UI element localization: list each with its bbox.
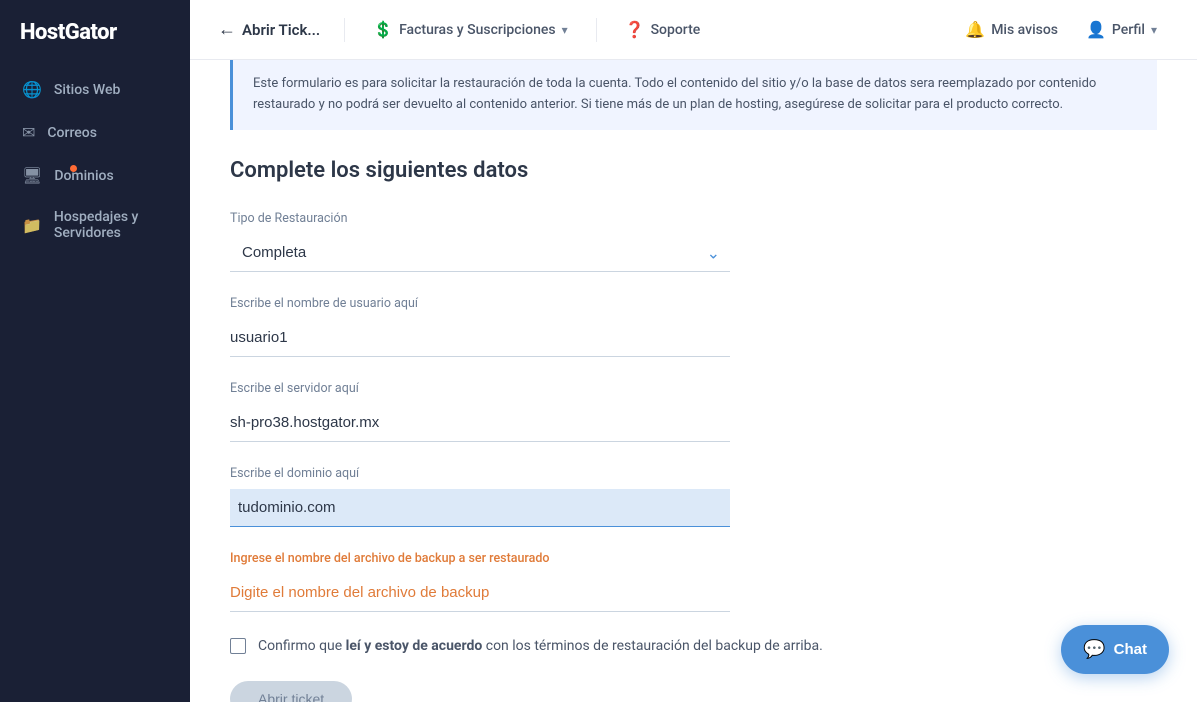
field-backup: Ingrese el nombre del archivo de backup … <box>230 551 1157 612</box>
back-arrow-icon: ← <box>218 19 236 40</box>
sidebar-item-correos[interactable]: ✉ Correos <box>8 112 182 153</box>
nav-item-avisos[interactable]: 🔔 Mis avisos <box>953 14 1070 45</box>
main-content: ← Abrir Tick... 💲 Facturas y Suscripcion… <box>190 0 1197 702</box>
chevron-down-icon: ▾ <box>1151 23 1157 37</box>
field-servidor: Escribe el servidor aquí <box>230 381 1157 442</box>
chevron-down-icon: ▾ <box>562 23 568 37</box>
content-area: Este formulario es para solicitar la res… <box>190 60 1197 702</box>
terms-checkbox[interactable] <box>230 638 246 654</box>
field-label: Ingrese el nombre del archivo de backup … <box>230 551 1157 566</box>
monitor-icon: 🖥 <box>22 166 42 185</box>
topnav-right: 🔔 Mis avisos 👤 Perfil ▾ <box>953 14 1169 45</box>
field-tipo-restauracion: Tipo de Restauración Completa Parcial ⌄ <box>230 211 1157 272</box>
sidebar-item-hospedajes[interactable]: 📁 Hospedajes y Servidores <box>8 198 182 252</box>
mail-icon: ✉ <box>22 123 35 142</box>
chat-icon: 💬 <box>1083 639 1105 660</box>
topnav: ← Abrir Tick... 💲 Facturas y Suscripcion… <box>190 0 1197 60</box>
info-banner: Este formulario es para solicitar la res… <box>230 60 1157 130</box>
nav-separator <box>344 18 345 42</box>
domain-input[interactable] <box>230 489 730 527</box>
terms-label: Confirmo que leí y estoy de acuerdo con … <box>258 636 823 657</box>
sidebar-item-label: Correos <box>47 125 97 141</box>
info-text: Este formulario es para solicitar la res… <box>253 76 1096 112</box>
field-nombre-usuario: Escribe el nombre de usuario aquí <box>230 296 1157 357</box>
field-label: Escribe el dominio aquí <box>230 466 1157 481</box>
user-icon: 👤 <box>1086 20 1106 39</box>
nav-item-facturas[interactable]: 💲 Facturas y Suscripciones ▾ <box>361 14 579 45</box>
username-input[interactable] <box>230 319 730 357</box>
nav-item-label: Soporte <box>651 22 701 38</box>
nav-item-soporte[interactable]: ❓ Soporte <box>613 14 713 45</box>
nav-item-label: Mis avisos <box>991 22 1058 38</box>
backup-input[interactable] <box>230 574 730 612</box>
sidebar-item-dominios[interactable]: 🖥 Dominios <box>8 155 182 196</box>
field-label: Escribe el servidor aquí <box>230 381 1157 396</box>
back-label: Abrir Tick... <box>242 21 320 39</box>
nav-separator <box>596 18 597 42</box>
submit-button[interactable]: Abrir ticket <box>230 681 352 702</box>
server-input[interactable] <box>230 404 730 442</box>
bell-icon: 🔔 <box>965 20 985 39</box>
nav-item-label: Facturas y Suscripciones <box>399 22 556 38</box>
field-label: Tipo de Restauración <box>230 211 1157 226</box>
sidebar-item-sitios-web[interactable]: 🌐 Sitios Web <box>8 69 182 110</box>
terms-bold: leí y estoy de acuerdo <box>346 638 483 654</box>
back-button[interactable]: ← Abrir Tick... <box>218 19 320 40</box>
sidebar-item-label: Sitios Web <box>54 82 120 98</box>
dollar-icon: 💲 <box>373 20 393 39</box>
field-dominio: Escribe el dominio aquí <box>230 466 1157 527</box>
nav-item-label: Perfil <box>1112 22 1145 38</box>
question-icon: ❓ <box>625 20 645 39</box>
globe-icon: 🌐 <box>22 80 42 99</box>
sidebar: HostGator 🌐 Sitios Web ✉ Correos 🖥 Domin… <box>0 0 190 702</box>
field-label: Escribe el nombre de usuario aquí <box>230 296 1157 311</box>
chat-button[interactable]: 💬 Chat <box>1061 625 1169 674</box>
select-wrapper: Completa Parcial ⌄ <box>230 234 730 272</box>
sidebar-nav: 🌐 Sitios Web ✉ Correos 🖥 Dominios 📁 Hosp… <box>0 69 190 252</box>
sidebar-item-label: Hospedajes y Servidores <box>54 209 168 241</box>
nav-item-perfil[interactable]: 👤 Perfil ▾ <box>1074 14 1169 45</box>
logo: HostGator <box>0 0 190 69</box>
form-title: Complete los siguientes datos <box>230 158 1157 183</box>
tipo-restauracion-select[interactable]: Completa Parcial <box>230 234 730 272</box>
sidebar-item-label: Dominios <box>54 168 113 184</box>
folder-icon: 📁 <box>22 216 42 235</box>
chat-label: Chat <box>1114 641 1147 658</box>
terms-checkbox-row: Confirmo que leí y estoy de acuerdo con … <box>230 636 1157 657</box>
